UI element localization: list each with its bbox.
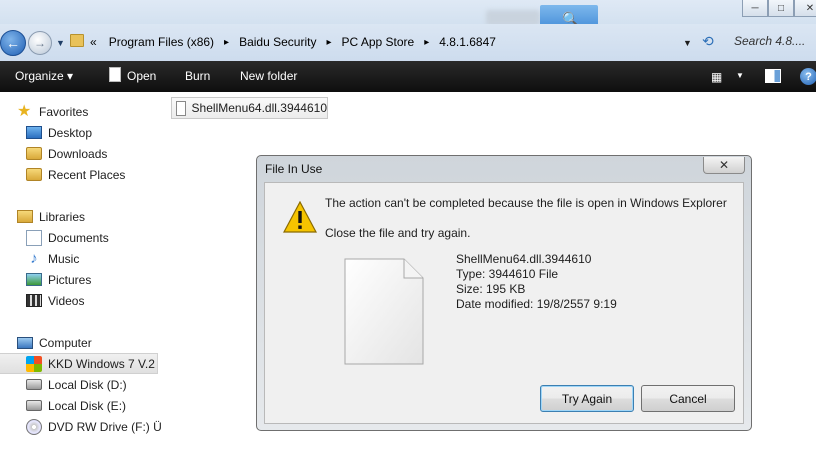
sidebar-item-kkd-windows[interactable]: KKD Windows 7 V.2 (0, 353, 158, 374)
file-icon (176, 100, 186, 116)
new-folder-button[interactable]: New folder (240, 69, 297, 83)
close-icon: ✕ (718, 158, 730, 172)
breadcrumb-overflow[interactable]: « (90, 35, 97, 49)
breadcrumb-item[interactable]: 4.8.1.6847 (439, 35, 496, 49)
breadcrumb: « Program Files (x86) ▸ Baidu Security ▸… (90, 35, 496, 49)
computer-icon (17, 336, 33, 349)
star-icon: ★ (17, 102, 32, 120)
file-details-type: Type: 3944610 File (456, 267, 559, 281)
sidebar-item-local-disk-d[interactable]: Local Disk (D:) (26, 374, 127, 395)
sidebar-item-pictures[interactable]: Pictures (26, 269, 91, 290)
breadcrumb-item[interactable]: Program Files (x86) (109, 35, 214, 49)
sidebar-item-recent-places[interactable]: Recent Places (26, 164, 125, 185)
drive-icon (26, 400, 42, 411)
sidebar-item-label: DVD RW Drive (F:) Ü (48, 419, 162, 434)
windows-drive-icon (26, 355, 42, 372)
documents-icon (26, 229, 42, 246)
dvd-icon (26, 418, 42, 435)
close-window-button[interactable]: ✕ (794, 0, 816, 17)
breadcrumb-separator[interactable]: ▸ (326, 37, 331, 48)
drive-icon (26, 379, 42, 390)
warning-icon (283, 201, 317, 233)
cancel-button[interactable]: Cancel (641, 385, 735, 412)
sidebar-item-local-disk-e[interactable]: Local Disk (E:) (26, 395, 126, 416)
dialog-title: File In Use (265, 162, 323, 176)
dialog-close-button[interactable]: ✕ (703, 157, 745, 174)
file-in-use-dialog: File In Use ✕ The action can't be comple… (256, 155, 752, 431)
downloads-folder-icon (26, 147, 42, 160)
window-controls: ─ □ ✕ (742, 0, 816, 18)
minimize-button[interactable]: ─ (742, 0, 768, 17)
refresh-icon[interactable]: ⟲ (702, 33, 714, 50)
libraries-icon (17, 210, 33, 223)
search-input[interactable]: Search 4.8.... (734, 34, 805, 48)
sidebar-header-label: Computer (39, 335, 92, 350)
sidebar-item-dvd-drive[interactable]: DVD RW Drive (F:) Ü (26, 416, 162, 437)
breadcrumb-separator[interactable]: ▸ (224, 37, 229, 48)
window-titlebar (0, 0, 816, 24)
sidebar-header-label: Libraries (39, 209, 86, 224)
breadcrumb-separator[interactable]: ▸ (424, 37, 429, 48)
sidebar-item-label: KKD Windows 7 V.2 (48, 356, 155, 371)
sidebar-item-music[interactable]: ♪ Music (26, 248, 79, 269)
sidebar-item-label: Videos (48, 293, 85, 308)
views-dropdown[interactable]: ▼ (736, 71, 744, 80)
organize-button[interactable]: Organize ▾ (15, 69, 73, 83)
sidebar-header-label: Favorites (39, 104, 89, 119)
try-again-button[interactable]: Try Again (540, 385, 634, 412)
back-arrow-icon[interactable]: ← (0, 30, 26, 56)
sidebar-item-label: Downloads (48, 146, 108, 161)
dialog-message: The action can't be completed because th… (325, 196, 727, 210)
large-file-icon (344, 258, 424, 365)
forward-arrow-icon[interactable]: → (28, 31, 52, 55)
address-history-dropdown[interactable]: ▼ (683, 38, 692, 48)
sidebar-item-downloads[interactable]: Downloads (26, 143, 107, 164)
file-details: ShellMenu64.dll.3944610 Type: 3944610 Fi… (456, 252, 617, 312)
burn-button[interactable]: Burn (185, 69, 210, 83)
command-bar: Organize ▾ Open Burn New folder ▦ ▼ ? (0, 61, 816, 92)
dialog-instruction: Close the file and try again. (325, 226, 471, 240)
recent-pages-dropdown[interactable]: ▼ (56, 38, 65, 48)
open-button[interactable]: Open (127, 69, 156, 83)
sidebar-item-label: Desktop (48, 125, 93, 140)
dialog-body: The action can't be completed because th… (264, 182, 744, 424)
sidebar-item-label: Local Disk (E:) (48, 398, 127, 413)
sidebar-item-label: Local Disk (D:) (48, 377, 127, 392)
views-icon[interactable]: ▦ (711, 70, 722, 84)
pictures-icon (26, 273, 42, 286)
maximize-button[interactable]: □ (768, 0, 794, 17)
sidebar-header-libraries[interactable]: Libraries (17, 206, 85, 227)
preview-pane-icon[interactable] (765, 69, 781, 83)
file-details-name: ShellMenu64.dll.3944610 (456, 252, 592, 266)
file-name: ShellMenu64.dll.3944610 (191, 101, 327, 115)
videos-icon (26, 294, 42, 307)
recent-places-icon (26, 168, 42, 181)
sidebar-item-desktop[interactable]: Desktop (26, 122, 92, 143)
music-icon: ♪ (30, 249, 38, 267)
navigation-pane: ★ Favorites Desktop Downloads Recent Pla… (0, 92, 162, 449)
breadcrumb-item[interactable]: PC App Store (341, 35, 414, 49)
sidebar-item-videos[interactable]: Videos (26, 290, 84, 311)
sidebar-item-documents[interactable]: Documents (26, 227, 109, 248)
desktop-icon (26, 126, 42, 139)
sidebar-item-label: Documents (48, 230, 109, 245)
sidebar-header-computer[interactable]: Computer (17, 332, 92, 353)
breadcrumb-item[interactable]: Baidu Security (239, 35, 316, 49)
sidebar-item-label: Recent Places (48, 167, 126, 182)
folder-icon (70, 34, 84, 47)
help-icon[interactable]: ? (800, 68, 816, 85)
sidebar-item-label: Pictures (48, 272, 92, 287)
file-item[interactable]: ShellMenu64.dll.3944610 (171, 97, 328, 119)
document-icon (109, 67, 121, 82)
file-details-size: Size: 195 KB (456, 282, 526, 296)
sidebar-header-favorites[interactable]: ★ Favorites (17, 101, 88, 122)
file-details-modified: Date modified: 19/8/2557 9:19 (456, 297, 617, 311)
sidebar-item-label: Music (48, 251, 80, 266)
